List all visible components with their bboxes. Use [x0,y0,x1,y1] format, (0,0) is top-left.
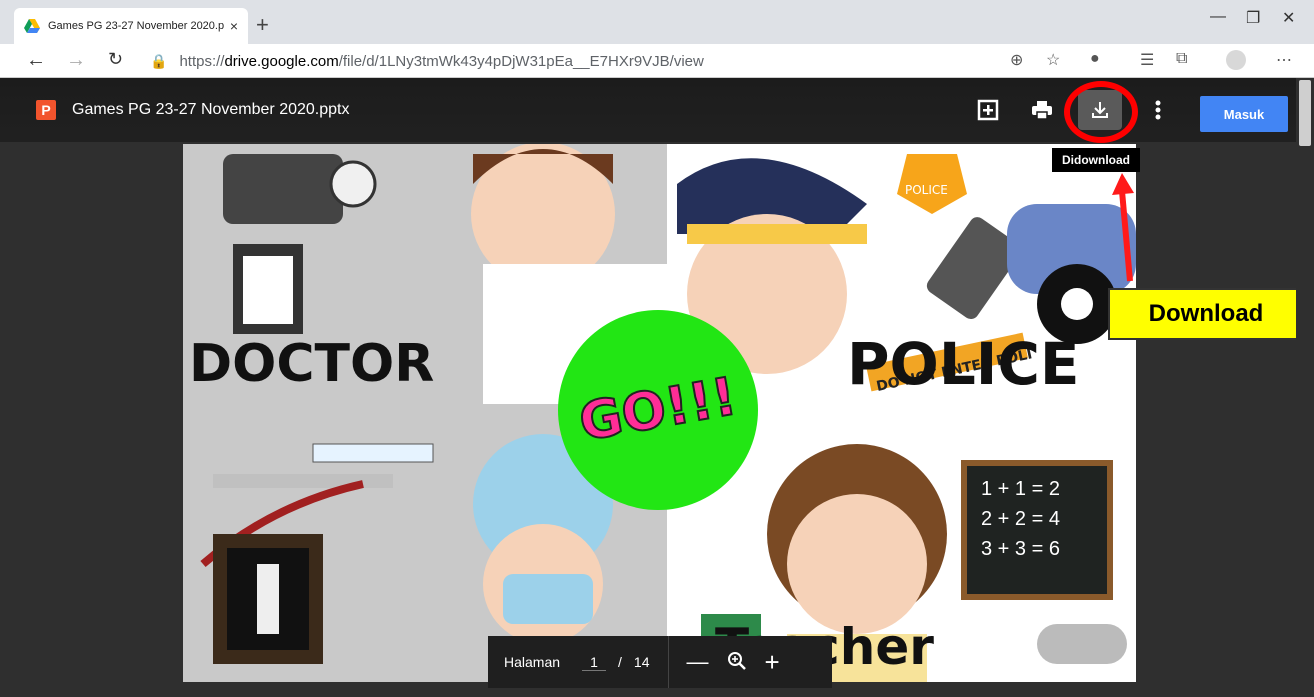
more-menu-icon[interactable]: ⋯ [1276,50,1292,70]
page-total: 14 [633,654,650,670]
scrollbar-thumb[interactable] [1299,80,1311,146]
profile-avatar[interactable] [1226,50,1246,70]
page-label: Halaman [504,654,561,670]
doctor-label: DOCTOR [189,334,435,394]
browser-tab-strip: Games PG 23-27 November 2020.p × + — ❐ ✕ [0,0,1314,44]
more-options-icon[interactable] [1144,96,1172,124]
url-domain: drive.google.com [224,52,339,70]
forward-icon[interactable]: → [66,49,86,72]
favorite-star-icon[interactable]: ☆ [1046,50,1060,70]
scrollbar[interactable] [1296,78,1314,697]
extension-icon[interactable]: ● [1090,50,1100,68]
page-number-input[interactable]: 1 [582,654,607,671]
sign-in-button[interactable]: Masuk [1200,96,1288,132]
browser-tab[interactable]: Games PG 23-27 November 2020.p × [14,8,248,44]
restore-icon[interactable]: ❐ [1246,8,1260,28]
new-tab-icon[interactable]: + [256,12,269,38]
tab-close-icon[interactable]: × [230,18,238,34]
download-tooltip: Didownload [1052,148,1140,172]
add-to-drive-icon[interactable] [974,96,1002,124]
url-prefix: https:// [179,52,225,70]
zoom-out-icon[interactable]: — [687,649,709,675]
highlight-circle [1064,81,1138,143]
police-badge-text: POLICE [905,183,948,197]
google-drive-icon [24,19,40,33]
url-field[interactable]: 🔒 https://drive.google.com/file/d/1LNy3t… [150,48,1010,74]
zoom-reset-icon[interactable] [727,651,747,674]
url-path: /file/d/1LNy3tmWk43y4pDjW31pEa__E7HXr9VJ… [338,52,704,70]
pager-divider [667,636,669,688]
page-separator: / [618,654,622,670]
go-text: GO!!! [574,366,742,455]
annotation-arrow [1112,173,1134,282]
police-label: POLICE [847,330,1080,398]
drive-viewer: DOCTOR DO NOT ENTER POLI POLICE POLICE G… [0,78,1314,697]
board-line: 2 + 2 = 4 [981,508,1060,530]
print-icon[interactable] [1028,96,1056,124]
minimize-icon[interactable]: — [1210,8,1226,26]
board-line: 1 + 1 = 2 [981,478,1060,500]
zoom-in-icon[interactable]: + [765,647,780,678]
board-line: 3 + 3 = 6 [981,538,1060,560]
chalkboard: 1 + 1 = 2 2 + 2 = 4 3 + 3 = 6 [961,460,1113,600]
lock-icon: 🔒 [150,52,168,69]
go-badge: GO!!! [558,310,758,510]
collections-icon[interactable]: ⧉ [1176,50,1187,68]
page-controls: Halaman 1 / 14 — + [488,636,832,688]
favorites-list-icon[interactable]: ☰ [1140,50,1154,70]
document-title: Games PG 23-27 November 2020.pptx [72,101,350,118]
powerpoint-icon: P [36,100,56,120]
zoom-icon[interactable]: ⊕ [1010,50,1023,70]
address-bar: ← → ↻ 🔒 https://drive.google.com/file/d/… [0,44,1314,78]
window-close-icon[interactable]: ✕ [1282,8,1295,28]
back-icon[interactable]: ← [26,49,46,72]
reload-icon[interactable]: ↻ [108,49,123,70]
slide-preview: DOCTOR DO NOT ENTER POLI POLICE POLICE G… [183,144,1136,682]
download-callout: Download [1108,288,1304,340]
tab-title: Games PG 23-27 November 2020.p [48,20,224,32]
